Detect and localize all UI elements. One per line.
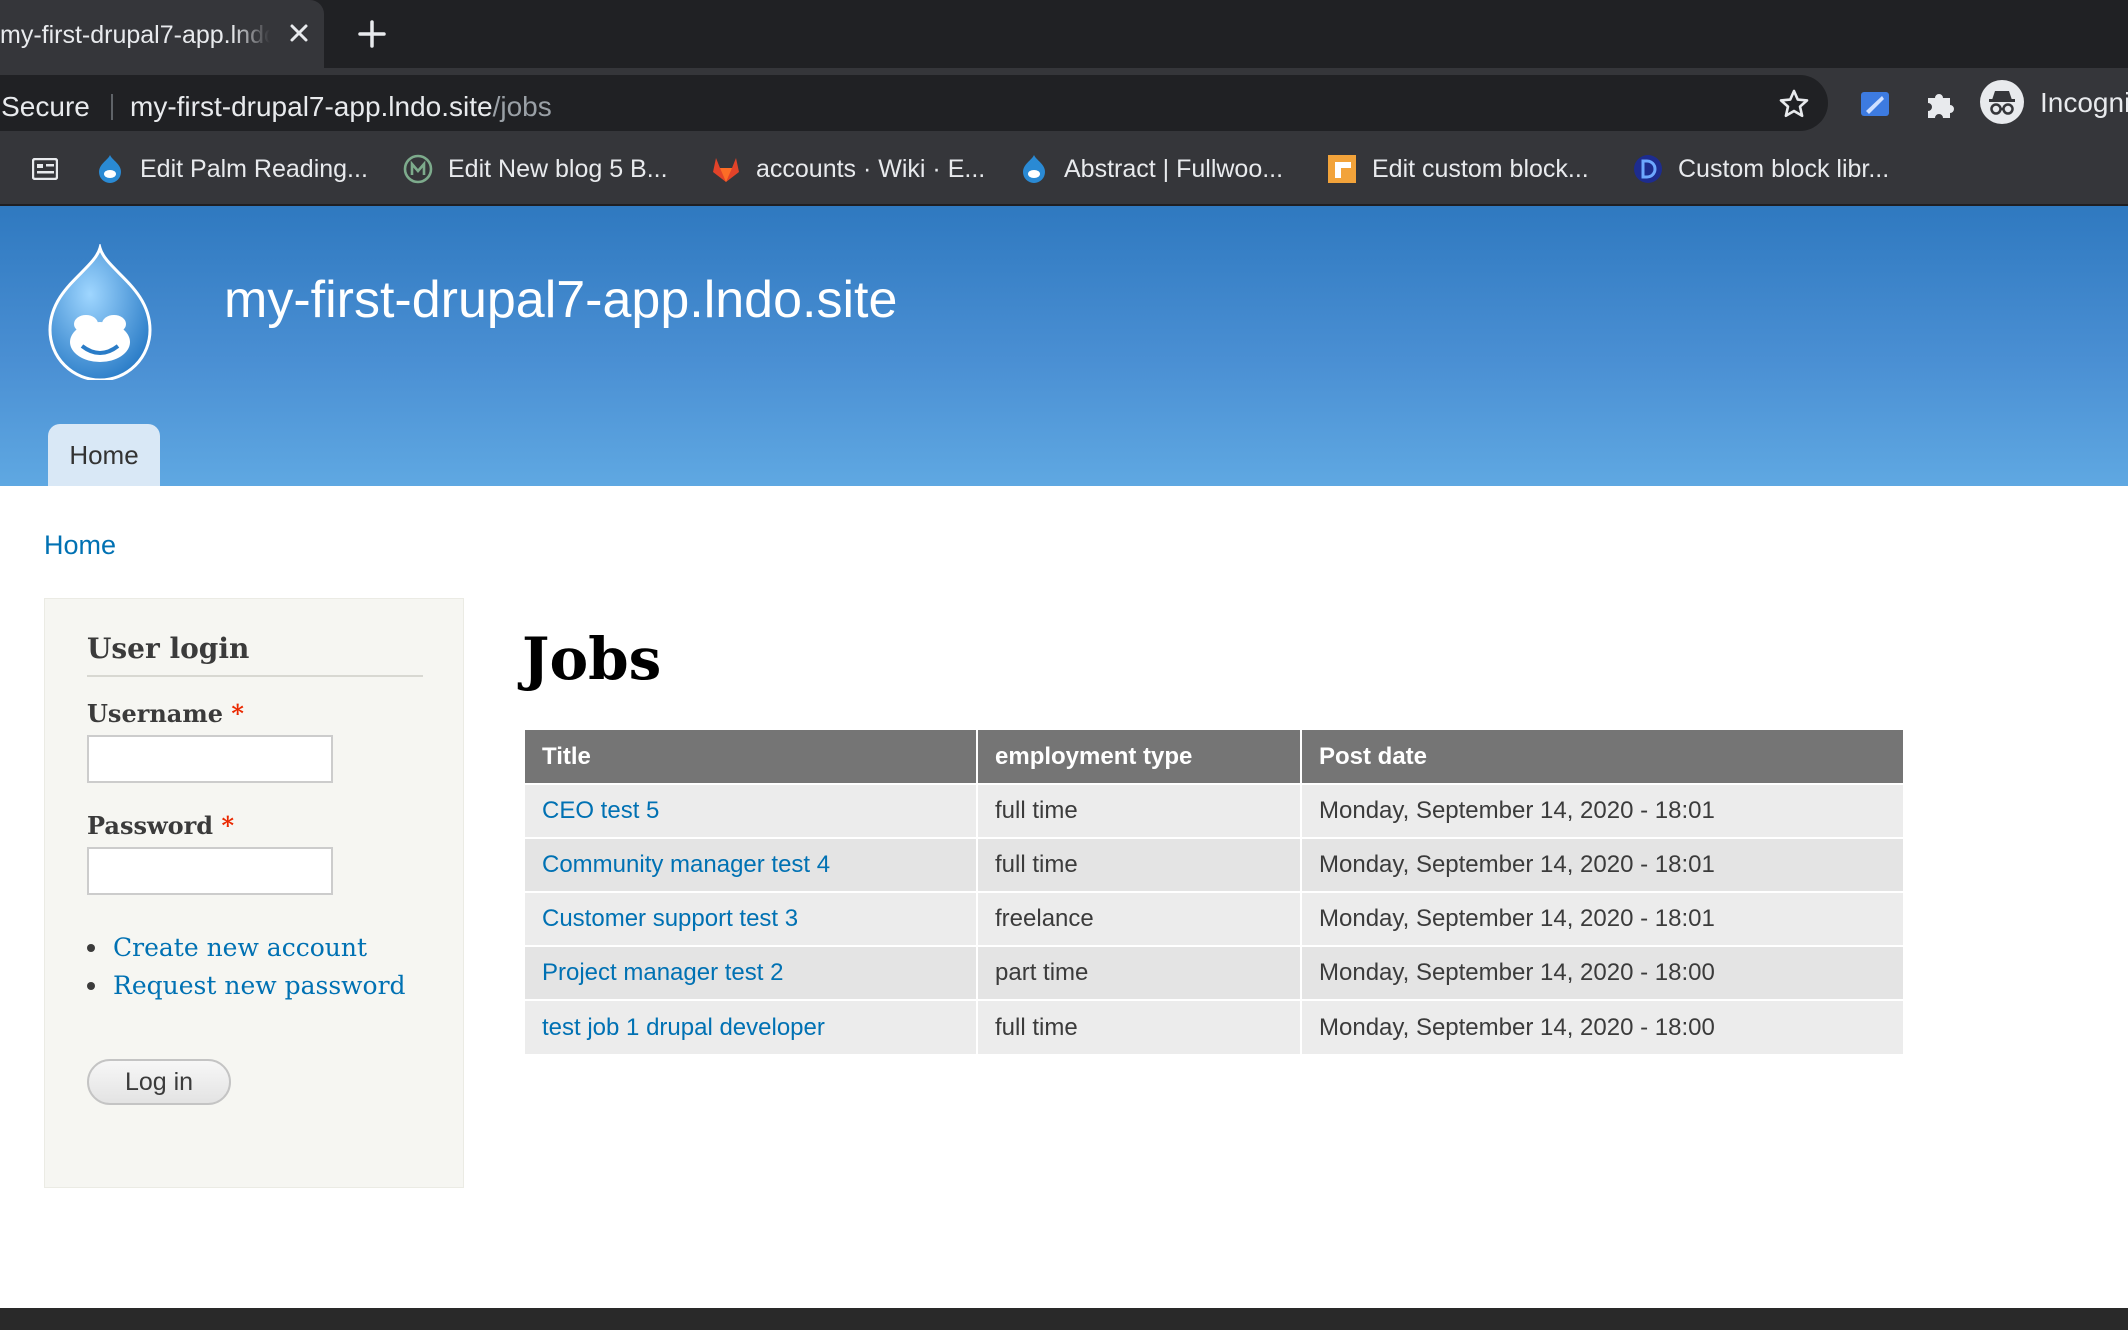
reading-list-icon[interactable]	[32, 158, 58, 180]
column-header-post-date: Post date	[1301, 730, 1903, 784]
bookmark-item[interactable]: Abstract | Fullwoo...	[1018, 150, 1283, 188]
cell-title: Customer support test 3	[525, 891, 978, 946]
required-marker: *	[221, 811, 234, 840]
cell-title: Community manager test 4	[525, 837, 978, 892]
close-icon[interactable]	[284, 18, 314, 48]
job-link[interactable]: Customer support test 3	[542, 905, 798, 932]
site-name[interactable]: my-first-drupal7-app.lndo.site	[224, 270, 897, 330]
block-title: User login	[87, 631, 423, 677]
cell-title: Project manager test 2	[525, 945, 978, 1000]
incognito-label[interactable]: Incogni	[2040, 88, 2128, 118]
cell-title: CEO test 5	[525, 783, 978, 838]
user-login-block: User login Username * Password * Create …	[44, 598, 464, 1188]
bookmark-item[interactable]: Edit custom block...	[1326, 150, 1589, 188]
password-label: Password *	[87, 811, 234, 841]
bookmark-label: Edit custom block...	[1372, 155, 1589, 183]
cell-post-date: Monday, September 14, 2020 - 18:00	[1301, 999, 1903, 1054]
required-marker: *	[231, 699, 244, 728]
breadcrumb[interactable]: Home	[44, 528, 116, 562]
job-link[interactable]: CEO test 5	[542, 797, 659, 824]
job-link[interactable]: Project manager test 2	[542, 959, 783, 986]
table-row: CEO test 5 full time Monday, September 1…	[525, 783, 1903, 838]
job-link[interactable]: Community manager test 4	[542, 851, 830, 878]
cell-employment-type: full time	[977, 999, 1302, 1054]
bookmark-label: Abstract | Fullwoo...	[1064, 155, 1284, 183]
browser-tabstrip: my-first-drupal7-app.lndo.site	[0, 0, 2128, 68]
drupal-icon	[1023, 155, 1045, 183]
orange-square-icon	[1328, 155, 1356, 183]
omnibox-divider	[111, 94, 113, 120]
login-links: Create new account Request new password	[87, 929, 447, 1005]
cell-employment-type: part time	[977, 945, 1302, 1000]
url-text[interactable]: my-first-drupal7-app.lndo.site/jobs	[130, 92, 552, 122]
table-row: test job 1 drupal developer full time Mo…	[525, 999, 1903, 1054]
gitlab-icon	[713, 158, 739, 182]
bookmark-label: Edit Palm Reading...	[140, 155, 368, 183]
jobs-table: Title employment type Post date CEO test…	[525, 730, 1903, 1054]
column-header-employment-type: employment type	[977, 730, 1302, 784]
table-row: Project manager test 2 part time Monday,…	[525, 945, 1903, 1000]
star-icon[interactable]	[1778, 88, 1810, 120]
url-path: /jobs	[492, 91, 552, 122]
plus-icon[interactable]	[354, 16, 390, 52]
cell-employment-type: full time	[977, 783, 1302, 838]
blue-d-icon	[1634, 155, 1662, 183]
address-bar[interactable]: ot Secure my-first-drupal7-app.lndo.site…	[0, 75, 1828, 131]
page-title: Jobs	[522, 625, 662, 693]
password-input[interactable]	[87, 847, 333, 895]
incognito-glyph	[1989, 91, 2015, 115]
bookmark-label: Custom block libr...	[1678, 155, 1890, 183]
list-item: Request new password	[87, 967, 447, 1005]
cell-employment-type: full time	[977, 837, 1302, 892]
request-password-link[interactable]: Request new password	[113, 971, 406, 1000]
username-label: Username *	[87, 699, 244, 729]
extension-icon[interactable]	[1858, 87, 1892, 121]
cell-post-date: Monday, September 14, 2020 - 18:00	[1301, 945, 1903, 1000]
table-row: Customer support test 3 freelance Monday…	[525, 891, 1903, 946]
tab-title: my-first-drupal7-app.lndo.site	[0, 21, 270, 49]
bookmark-item[interactable]: Edit New blog 5 B...	[402, 150, 668, 188]
url-host: my-first-drupal7-app.lndo.site	[130, 91, 493, 122]
log-in-button[interactable]: Log in	[87, 1059, 231, 1105]
cell-post-date: Monday, September 14, 2020 - 18:01	[1301, 783, 1903, 838]
password-label-text: Password	[87, 811, 214, 840]
puzzle-icon[interactable]	[1922, 86, 1958, 122]
bookmark-item[interactable]: Edit Palm Reading...	[94, 150, 368, 188]
bookmark-item[interactable]: Custom block libr...	[1632, 150, 1889, 188]
security-indicator[interactable]: ot Secure	[0, 92, 90, 122]
cell-post-date: Monday, September 14, 2020 - 18:01	[1301, 891, 1903, 946]
m-circle-icon	[403, 154, 433, 184]
cell-title: test job 1 drupal developer	[525, 999, 978, 1054]
incognito-icon[interactable]	[1980, 80, 2024, 124]
drupal-logo[interactable]	[40, 244, 160, 380]
bookmarks-bar: Edit Palm Reading... Edit New blog 5 B..…	[0, 132, 2128, 206]
list-item: Create new account	[87, 929, 447, 967]
bookmark-label: Edit New blog 5 B...	[448, 155, 668, 183]
menu-item-home[interactable]: Home	[48, 424, 160, 486]
site-footer	[0, 1308, 2128, 1330]
site-header: my-first-drupal7-app.lndo.site Home	[0, 206, 2128, 486]
username-label-text: Username	[87, 699, 224, 728]
column-header-title: Title	[525, 730, 978, 784]
bookmark-label: accounts · Wiki · E...	[756, 155, 986, 183]
table-header-row: Title employment type Post date	[525, 730, 1903, 784]
bookmark-item[interactable]: accounts · Wiki · E...	[710, 150, 985, 188]
username-input[interactable]	[87, 735, 333, 783]
cell-employment-type: freelance	[977, 891, 1302, 946]
drupal-icon	[99, 155, 121, 183]
create-account-link[interactable]: Create new account	[113, 933, 367, 962]
job-link[interactable]: test job 1 drupal developer	[542, 1014, 825, 1041]
table-row: Community manager test 4 full time Monda…	[525, 837, 1903, 892]
cell-post-date: Monday, September 14, 2020 - 18:01	[1301, 837, 1903, 892]
browser-tab-active[interactable]: my-first-drupal7-app.lndo.site	[0, 0, 324, 68]
